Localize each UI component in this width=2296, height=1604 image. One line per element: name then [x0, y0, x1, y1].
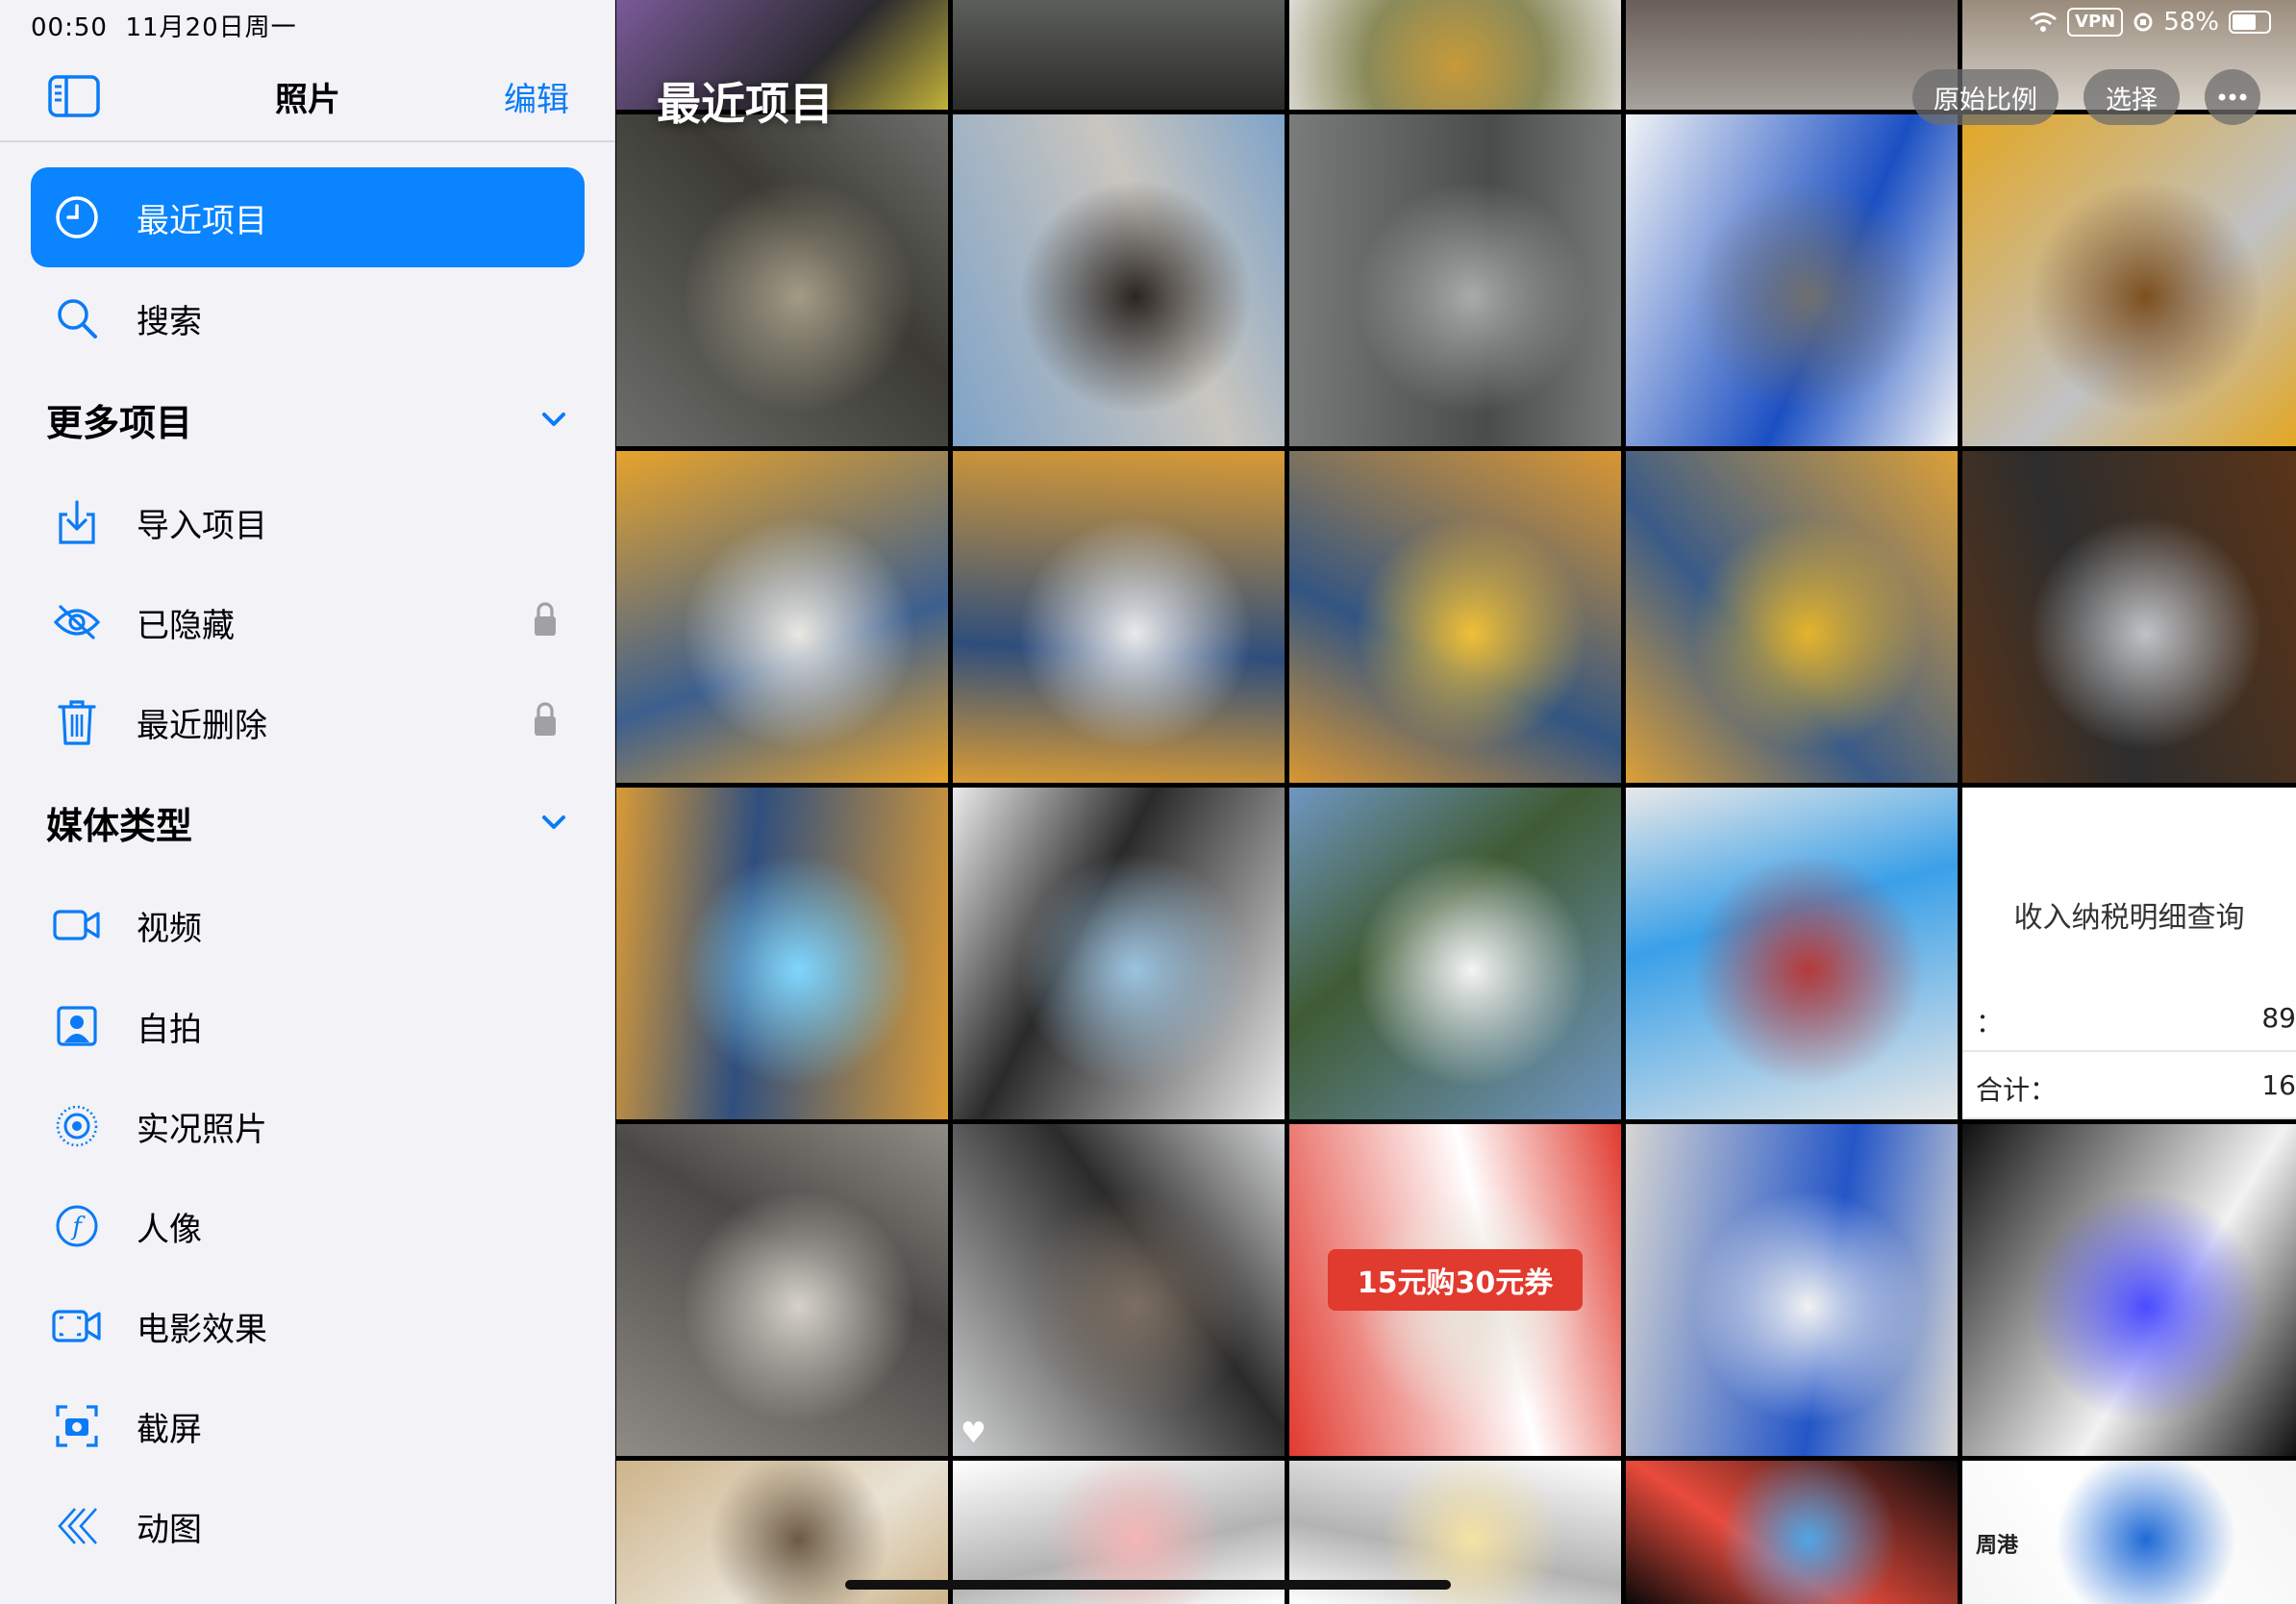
animated-icon — [46, 1495, 108, 1557]
photo-tile-coupon-sign[interactable]: 15元购30元券 — [1289, 1124, 1621, 1456]
section-header-media-types[interactable]: 媒体类型 — [31, 784, 585, 861]
trash-icon — [46, 691, 108, 753]
status-time: 00:50 — [31, 13, 108, 42]
sidebar-item-selfies[interactable]: 自拍 — [31, 976, 585, 1076]
chevron-down-icon — [538, 807, 569, 838]
photo-tile-metro-ad[interactable] — [1626, 788, 1958, 1119]
sidebar-item-videos[interactable]: 视频 — [31, 875, 585, 975]
sidebar-item-label: 实况照片 — [137, 1110, 267, 1149]
portrait-icon: f — [46, 1195, 108, 1257]
sidebar-item-label: 自拍 — [137, 1010, 202, 1049]
edit-button[interactable]: 编辑 — [504, 73, 569, 120]
wifi-icon — [2030, 13, 2057, 32]
photo-tile-street-walkers[interactable] — [616, 114, 948, 446]
import-icon — [46, 491, 108, 553]
selfie-icon — [46, 995, 108, 1057]
more-button[interactable] — [2205, 69, 2260, 125]
sidebar-item-recently-deleted[interactable]: 最近删除 — [31, 672, 585, 772]
photo-tile-cropped[interactable] — [953, 0, 1285, 110]
sidebar-item-animated[interactable]: 动图 — [31, 1476, 585, 1576]
status-bar-right: VPN 58% — [2029, 8, 2271, 37]
tax-row: 合计： 16 — [1962, 1052, 2296, 1119]
sidebar-item-label: 搜索 — [137, 302, 202, 341]
photo-tile-keyboard-food[interactable] — [1962, 451, 2296, 783]
sidebar-item-screenshots[interactable]: 截屏 — [31, 1376, 585, 1476]
favorite-heart-icon: ♥ — [961, 1416, 986, 1450]
battery-percent: 58% — [2163, 8, 2219, 37]
photo-tile-plog-pastry[interactable] — [616, 788, 948, 1119]
section-header-more-items[interactable]: 更多项目 — [31, 381, 585, 458]
svg-text:f: f — [70, 1213, 86, 1241]
photo-tile-buildings-sign[interactable] — [953, 114, 1285, 446]
photo-tile-pastry-closeup[interactable] — [953, 451, 1285, 783]
eye-slash-icon — [46, 591, 108, 653]
photo-tile-escalator[interactable] — [1289, 114, 1621, 446]
section-title: 更多项目 — [46, 401, 193, 444]
video-icon — [46, 894, 108, 956]
sidebar-item-live-photos[interactable]: 实况照片 — [31, 1076, 585, 1176]
sidebar-item-portrait[interactable]: f 人像 — [31, 1176, 585, 1276]
photo-tile-planet-sticker[interactable] — [1626, 1461, 1958, 1604]
search-icon — [46, 288, 108, 349]
photo-tile-alley-street[interactable] — [616, 1124, 948, 1456]
sidebar-item-label: 截屏 — [137, 1410, 202, 1449]
status-date: 11月20日周一 — [125, 13, 297, 42]
status-time-date: 00:50 11月20日周一 — [31, 8, 297, 43]
lock-icon — [533, 701, 558, 738]
sidebar-item-label: 人像 — [137, 1210, 202, 1249]
photo-tile-piano-keys[interactable] — [1962, 1124, 2296, 1456]
sidebar-item-search[interactable]: 搜索 — [31, 268, 585, 368]
ellipsis-icon — [2218, 93, 2247, 101]
photo-tile-enoshima-sign[interactable] — [1289, 788, 1621, 1119]
photo-tile-cropped[interactable] — [1289, 0, 1621, 110]
coupon-text: 15元购30元券 — [1328, 1249, 1583, 1311]
photo-tile-train-window[interactable] — [953, 788, 1285, 1119]
sidebar: 00:50 11月20日周一 照片 编辑 最近项目 搜索 更多项目 导入项目 已… — [0, 0, 615, 1604]
screenshot-icon — [46, 1395, 108, 1457]
photo-grid[interactable]: 收入纳税明细查询 ： 89 合计： 16 ♥ 15元购30元券周港 VPN 58% 最近项目… — [616, 0, 2296, 1604]
sidebar-item-label: 导入项目 — [137, 506, 267, 545]
photo-tile-traffic-light[interactable]: ♥ — [953, 1124, 1285, 1456]
cinematic-icon — [46, 1295, 108, 1357]
sidebar-item-hidden[interactable]: 已隐藏 — [31, 572, 585, 672]
home-indicator — [845, 1580, 1451, 1590]
photo-tile-profile-screenshot[interactable]: 周港 — [1962, 1461, 2296, 1604]
tax-query-title: 收入纳税明细查询 — [2013, 901, 2245, 935]
chevron-down-icon — [538, 404, 569, 435]
sidebar-item-label: 已隐藏 — [137, 606, 235, 645]
section-title: 媒体类型 — [46, 804, 193, 847]
sidebar-item-label: 最近项目 — [137, 201, 267, 240]
live-photo-icon — [46, 1095, 108, 1157]
battery-icon — [2229, 11, 2271, 34]
grid-title: 最近项目 — [657, 78, 834, 130]
photo-tile-tax-screenshot[interactable]: 收入纳税明细查询 ： 89 合计： 16 — [1962, 788, 2296, 1119]
photo-tile-chapanda-bag[interactable] — [1626, 1124, 1958, 1456]
select-button[interactable]: 选择 — [2084, 69, 2180, 125]
lock-icon — [533, 601, 558, 638]
sidebar-item-label: 最近删除 — [137, 706, 267, 745]
clock-icon — [46, 187, 108, 248]
photo-tile-cropped[interactable] — [1626, 0, 1958, 110]
tax-row: ： 89 — [1962, 985, 2296, 1052]
sidebar-item-label: 视频 — [137, 909, 202, 948]
sidebar-item-label: 电影效果 — [137, 1310, 267, 1349]
sidebar-item-recents[interactable]: 最近项目 — [31, 167, 585, 267]
photo-tile-pastry-sauce[interactable] — [1626, 451, 1958, 783]
photo-tile-pastry-in-box[interactable] — [616, 451, 948, 783]
profile-name: 周港 — [1976, 1534, 2019, 1558]
orientation-lock-icon — [2134, 13, 2153, 32]
photo-tile-pastry-chopsticks[interactable] — [1289, 451, 1621, 783]
sidebar-item-cinematic[interactable]: 电影效果 — [31, 1276, 585, 1376]
sidebar-item-label: 动图 — [137, 1510, 202, 1549]
sidebar-header: 照片 编辑 — [0, 58, 615, 142]
photo-tile-shopping-bag[interactable] — [1626, 114, 1958, 446]
vpn-badge: VPN — [2067, 8, 2124, 37]
aspect-ratio-button[interactable]: 原始比例 — [1912, 69, 2059, 125]
sidebar-item-imports[interactable]: 导入项目 — [31, 472, 585, 572]
photo-tile-food-bag[interactable] — [1962, 114, 2296, 446]
